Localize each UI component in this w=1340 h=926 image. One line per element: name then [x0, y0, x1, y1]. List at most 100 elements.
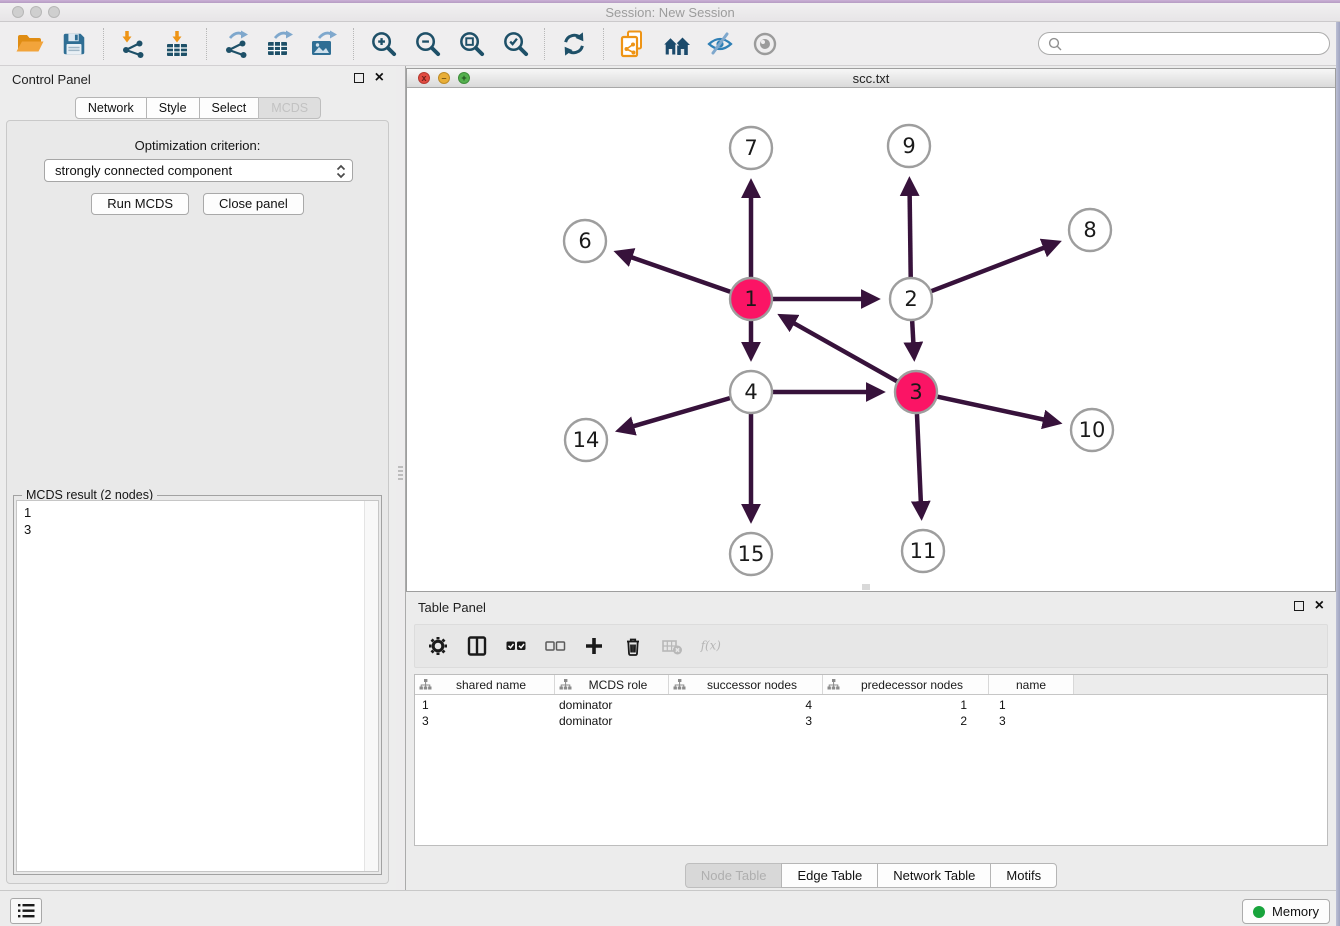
graph-node-2[interactable]: 2 [890, 278, 932, 320]
graph-edge-2-8[interactable] [932, 247, 1046, 291]
eye-icon [750, 29, 780, 59]
graph-edge-3-10[interactable] [938, 397, 1046, 420]
column-header-predecessor-nodes[interactable]: predecessor nodes [823, 675, 989, 694]
graph-node-1[interactable]: 1 [730, 278, 772, 320]
cell-name[interactable]: 1 [989, 698, 1074, 712]
criterion-value: strongly connected component [55, 163, 232, 178]
export-table-button[interactable] [264, 27, 296, 61]
network-window-titlebar[interactable]: x – + scc.txt [407, 69, 1335, 88]
graph-edge-4-14[interactable] [632, 398, 730, 426]
close-panel-icon[interactable]: × [375, 72, 384, 84]
table-panel: Table Panel × [406, 594, 1336, 890]
close-table-panel-icon[interactable]: × [1315, 600, 1324, 612]
graph-node-8[interactable]: 8 [1069, 209, 1111, 251]
cell-shared-name[interactable]: 1 [415, 698, 555, 712]
clone-network-button[interactable] [617, 27, 649, 61]
export-network-button[interactable] [220, 27, 252, 61]
column-settings-button[interactable] [427, 635, 449, 657]
zoom-in-button[interactable] [367, 27, 399, 61]
graph-node-15[interactable]: 15 [730, 533, 772, 575]
column-header-successor-nodes[interactable]: successor nodes [669, 675, 823, 694]
graph-node-14[interactable]: 14 [565, 419, 607, 461]
unchecked-boxes-icon [544, 635, 566, 657]
tab-style[interactable]: Style [146, 97, 200, 119]
panel-divider[interactable] [396, 66, 406, 890]
deselect-all-button[interactable] [544, 635, 566, 657]
cell-MCDS-role[interactable]: dominator [555, 698, 669, 712]
result-scrollbar[interactable] [364, 501, 378, 871]
float-panel-icon[interactable] [354, 73, 364, 83]
apply-layout-button[interactable] [558, 27, 590, 61]
cell-predecessor-nodes[interactable]: 2 [823, 714, 989, 728]
search-input[interactable] [1067, 34, 1329, 53]
tab-node-table[interactable]: Node Table [685, 863, 783, 888]
zoom-out-button[interactable] [411, 27, 443, 61]
import-network-button[interactable] [117, 27, 149, 61]
column-layout-button[interactable] [466, 635, 488, 657]
function-builder-button[interactable]: f(x) [700, 635, 722, 657]
column-header-shared-name[interactable]: shared name [415, 675, 555, 694]
graph-node-6[interactable]: 6 [564, 220, 606, 262]
tab-motifs[interactable]: Motifs [990, 863, 1057, 888]
run-mcds-button[interactable]: Run MCDS [91, 193, 189, 215]
column-header-MCDS-role[interactable]: MCDS role [555, 675, 669, 694]
graph-edge-3-1[interactable] [793, 323, 897, 382]
tab-network[interactable]: Network [75, 97, 147, 119]
tab-mcds[interactable]: MCDS [258, 97, 321, 119]
svg-text:10: 10 [1079, 418, 1106, 442]
delete-column-button[interactable] [661, 635, 683, 657]
open-file-button[interactable] [14, 27, 46, 61]
criterion-select[interactable]: strongly connected component [44, 159, 353, 182]
tab-select[interactable]: Select [199, 97, 260, 119]
delete-column-icon [661, 635, 683, 657]
table-row[interactable]: 3dominator323 [415, 713, 1327, 729]
show-all-button[interactable] [749, 27, 781, 61]
first-neighbors-button[interactable] [661, 27, 693, 61]
optimization-criterion-label: Optimization criterion: [7, 138, 388, 153]
cell-MCDS-role[interactable]: dominator [555, 714, 669, 728]
close-panel-button[interactable]: Close panel [203, 193, 304, 215]
graph-node-3[interactable]: 3 [895, 371, 937, 413]
tab-network-table[interactable]: Network Table [877, 863, 991, 888]
cell-predecessor-nodes[interactable]: 1 [823, 698, 989, 712]
graph-edge-3-11[interactable] [917, 414, 921, 503]
hide-selected-button[interactable] [705, 27, 737, 61]
column-header-name[interactable]: name [989, 675, 1074, 694]
graph-node-11[interactable]: 11 [902, 530, 944, 572]
svg-text:f(x): f(x) [700, 639, 721, 653]
graph-edge-2-3[interactable] [912, 321, 913, 344]
mcds-result-box[interactable]: 1 3 [16, 500, 379, 872]
graph-node-7[interactable]: 7 [730, 127, 772, 169]
memory-button[interactable]: Memory [1242, 899, 1330, 924]
graph-node-10[interactable]: 10 [1071, 409, 1113, 451]
graph-edge-1-6[interactable] [630, 257, 730, 292]
float-table-panel-icon[interactable] [1294, 601, 1304, 611]
task-history-button[interactable] [10, 898, 42, 924]
table-body: 1dominator4113dominator323 [415, 695, 1327, 729]
select-all-button[interactable] [505, 635, 527, 657]
add-row-button[interactable] [583, 635, 605, 657]
import-table-button[interactable] [161, 27, 193, 61]
clone-network-icon [618, 29, 648, 59]
graph-node-4[interactable]: 4 [730, 371, 772, 413]
network-view-window: x – + scc.txt 1 2 3 4 6 7 8 9 10 11 14 15 [406, 68, 1336, 592]
delete-row-button[interactable] [622, 635, 644, 657]
cell-shared-name[interactable]: 3 [415, 714, 555, 728]
zoom-selected-icon [501, 29, 530, 58]
svg-text:8: 8 [1083, 218, 1096, 242]
zoom-selected-button[interactable] [499, 27, 531, 61]
cell-successor-nodes[interactable]: 4 [669, 698, 823, 712]
search-field[interactable] [1038, 32, 1330, 55]
network-canvas[interactable]: 1 2 3 4 6 7 8 9 10 11 14 15 [407, 88, 1335, 591]
zoom-fit-icon [457, 29, 486, 58]
export-image-button[interactable] [308, 27, 340, 61]
zoom-fit-button[interactable] [455, 27, 487, 61]
graph-edge-2-9[interactable] [910, 194, 911, 277]
graph-node-9[interactable]: 9 [888, 125, 930, 167]
cell-name[interactable]: 3 [989, 714, 1074, 728]
plus-icon [583, 635, 605, 657]
tab-edge-table[interactable]: Edge Table [781, 863, 878, 888]
cell-successor-nodes[interactable]: 3 [669, 714, 823, 728]
table-row[interactable]: 1dominator411 [415, 697, 1327, 713]
save-session-button[interactable] [58, 27, 90, 61]
